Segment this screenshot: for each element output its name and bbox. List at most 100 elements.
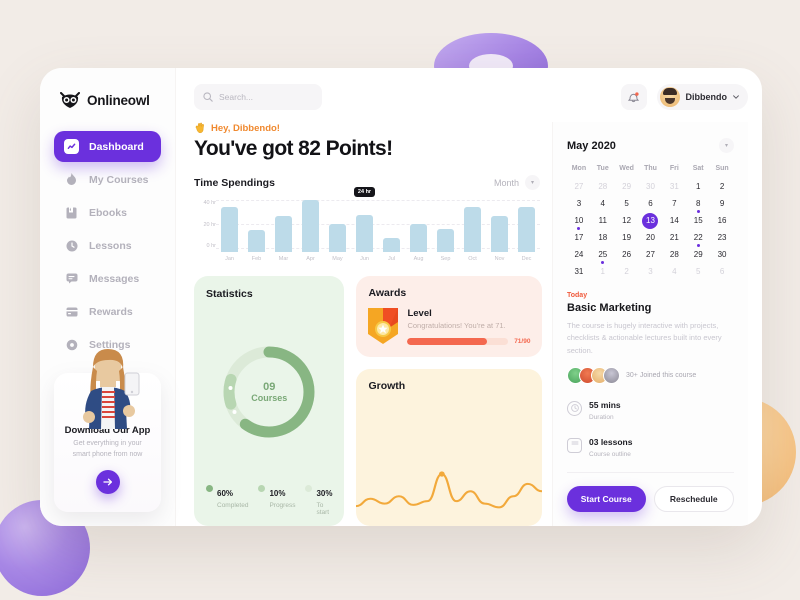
sidebar-item-dashboard[interactable]: Dashboard (54, 131, 161, 162)
chart-bar-column[interactable]: Feb (243, 200, 270, 262)
clock-icon (567, 400, 582, 416)
promo-arrow-button[interactable] (95, 470, 120, 494)
calendar-day[interactable]: 19 (615, 229, 639, 246)
calendar-day[interactable]: 29 (686, 246, 710, 263)
brand: Onlineowl (60, 92, 161, 109)
chart-bar[interactable] (409, 224, 428, 252)
calendar-weekday: Wed (619, 165, 634, 172)
search-placeholder: Search... (219, 92, 254, 102)
calendar-day[interactable]: 27 (567, 178, 591, 195)
chart-bar[interactable] (517, 207, 536, 252)
calendar-day[interactable]: 3 (639, 263, 663, 280)
calendar-day[interactable]: 10 (567, 212, 591, 230)
calendar-day[interactable]: 4 (591, 195, 615, 212)
sidebar-item-lessons[interactable]: Lessons (54, 230, 161, 261)
calendar-day[interactable]: 1 (686, 178, 710, 195)
chart-bar-column[interactable]: Dec (513, 200, 540, 262)
calendar-day[interactable]: 29 (615, 178, 639, 195)
calendar-day[interactable]: 20 (639, 229, 663, 246)
x-tick-label: Nov (494, 256, 505, 262)
joined-count-text: 30+ Joined this course (626, 372, 697, 380)
chart-bar[interactable] (436, 228, 455, 252)
chart-bar[interactable] (328, 224, 347, 252)
notifications-button[interactable] (620, 84, 647, 110)
calendar-chevron-down-icon[interactable]: ▾ (719, 138, 734, 153)
awards-detail: Level Congratulations! You're at 71. 71/… (407, 308, 530, 346)
chart-bar[interactable] (490, 216, 509, 252)
calendar-day[interactable]: 15 (686, 212, 710, 229)
joined-row: 30+ Joined this course (567, 367, 734, 385)
course-meta-lessons: 03 lessons Course outline (567, 432, 734, 458)
legend-value: 10% (269, 489, 286, 498)
calendar-day[interactable]: 2 (710, 178, 734, 195)
sidebar-item-label: Ebooks (89, 206, 127, 219)
chart-bar-column[interactable]: Oct (459, 200, 486, 262)
growth-sparkline (356, 471, 543, 509)
reschedule-button[interactable]: Reschedule (653, 486, 734, 513)
search-input[interactable]: Search... (194, 84, 322, 110)
chart-bar-column[interactable]: 24 hr Jun (351, 187, 378, 262)
calendar-day[interactable]: 25 (591, 246, 615, 264)
sidebar-item-my-courses[interactable]: My Courses (54, 164, 161, 195)
calendar-day[interactable]: 5 (615, 195, 639, 212)
calendar-day[interactable]: 17 (567, 229, 591, 246)
sidebar-item-rewards[interactable]: Rewards (54, 296, 161, 327)
calendar-day[interactable]: 30 (710, 246, 734, 263)
calendar-day[interactable]: 23 (710, 229, 734, 246)
calendar-day[interactable]: 9 (710, 195, 734, 212)
calendar-day[interactable]: 27 (639, 246, 663, 263)
chart-bar[interactable] (463, 207, 482, 252)
chart-bar-column[interactable]: Apr (297, 200, 324, 262)
calendar-day[interactable]: 12 (615, 212, 639, 229)
chart-bar[interactable] (274, 216, 293, 252)
divider (567, 472, 734, 474)
chart-bar[interactable] (382, 238, 401, 252)
calendar-day[interactable]: 26 (615, 246, 639, 263)
calendar-day[interactable]: 22 (686, 229, 710, 247)
sidebar-item-ebooks[interactable]: Ebooks (54, 197, 161, 228)
chart-bar-column[interactable]: May (324, 200, 351, 262)
chart-bar-column[interactable]: Sep (432, 200, 459, 262)
calendar-day[interactable]: 21 (662, 229, 686, 246)
calendar-day[interactable]: 1 (591, 263, 615, 280)
calendar-day[interactable]: 31 (662, 178, 686, 195)
x-tick-label: Dec (521, 256, 532, 262)
calendar-day[interactable]: 28 (591, 178, 615, 195)
calendar-day[interactable]: 14 (662, 212, 686, 229)
chart-bar-column[interactable]: Aug (405, 200, 432, 262)
calendar-day[interactable]: 4 (662, 263, 686, 280)
calendar-day[interactable]: 30 (639, 178, 663, 195)
chart-bar-column[interactable]: Jan (216, 200, 243, 262)
calendar-day[interactable]: 8 (686, 195, 710, 213)
calendar-day[interactable]: 24 (567, 246, 591, 263)
chart-bar[interactable] (355, 214, 374, 252)
legend-value: 30% (316, 489, 333, 498)
start-course-button[interactable]: Start Course (567, 486, 646, 513)
chart-bar[interactable] (220, 207, 239, 252)
calendar-day[interactable]: 6 (639, 195, 663, 212)
chevron-down-icon: ▾ (525, 175, 540, 190)
main-content: Search... Dibbendo Hey, Dibbendo! You've… (176, 68, 762, 526)
chart-range-select[interactable]: Month ▾ (494, 175, 540, 190)
calendar-day[interactable]: 6 (710, 263, 734, 280)
statistics-card: Statistics 09 Courses 60% Completed 10% … (194, 276, 345, 526)
chart-bar-column[interactable]: Mar (270, 200, 297, 262)
chart-bar[interactable] (301, 200, 320, 252)
profile-menu[interactable]: Dibbendo (656, 84, 748, 110)
chart-bar-column[interactable]: Nov (486, 200, 513, 262)
legend-dot (206, 485, 213, 492)
calendar-day[interactable]: 16 (710, 212, 734, 229)
calendar-day[interactable]: 3 (567, 195, 591, 212)
calendar-day[interactable]: 13 (639, 212, 663, 229)
calendar-day[interactable]: 31 (567, 263, 591, 280)
calendar-day[interactable]: 11 (591, 212, 615, 229)
calendar-day[interactable]: 28 (662, 246, 686, 263)
calendar-day[interactable]: 18 (591, 229, 615, 246)
calendar-day[interactable]: 7 (662, 195, 686, 212)
calendar-day[interactable]: 2 (615, 263, 639, 280)
chart-bar[interactable] (247, 230, 266, 252)
statistics-title: Statistics (206, 288, 253, 300)
chart-bar-column[interactable]: Jul (378, 200, 405, 262)
calendar-day[interactable]: 5 (686, 263, 710, 280)
sidebar-item-messages[interactable]: Messages (54, 263, 161, 294)
